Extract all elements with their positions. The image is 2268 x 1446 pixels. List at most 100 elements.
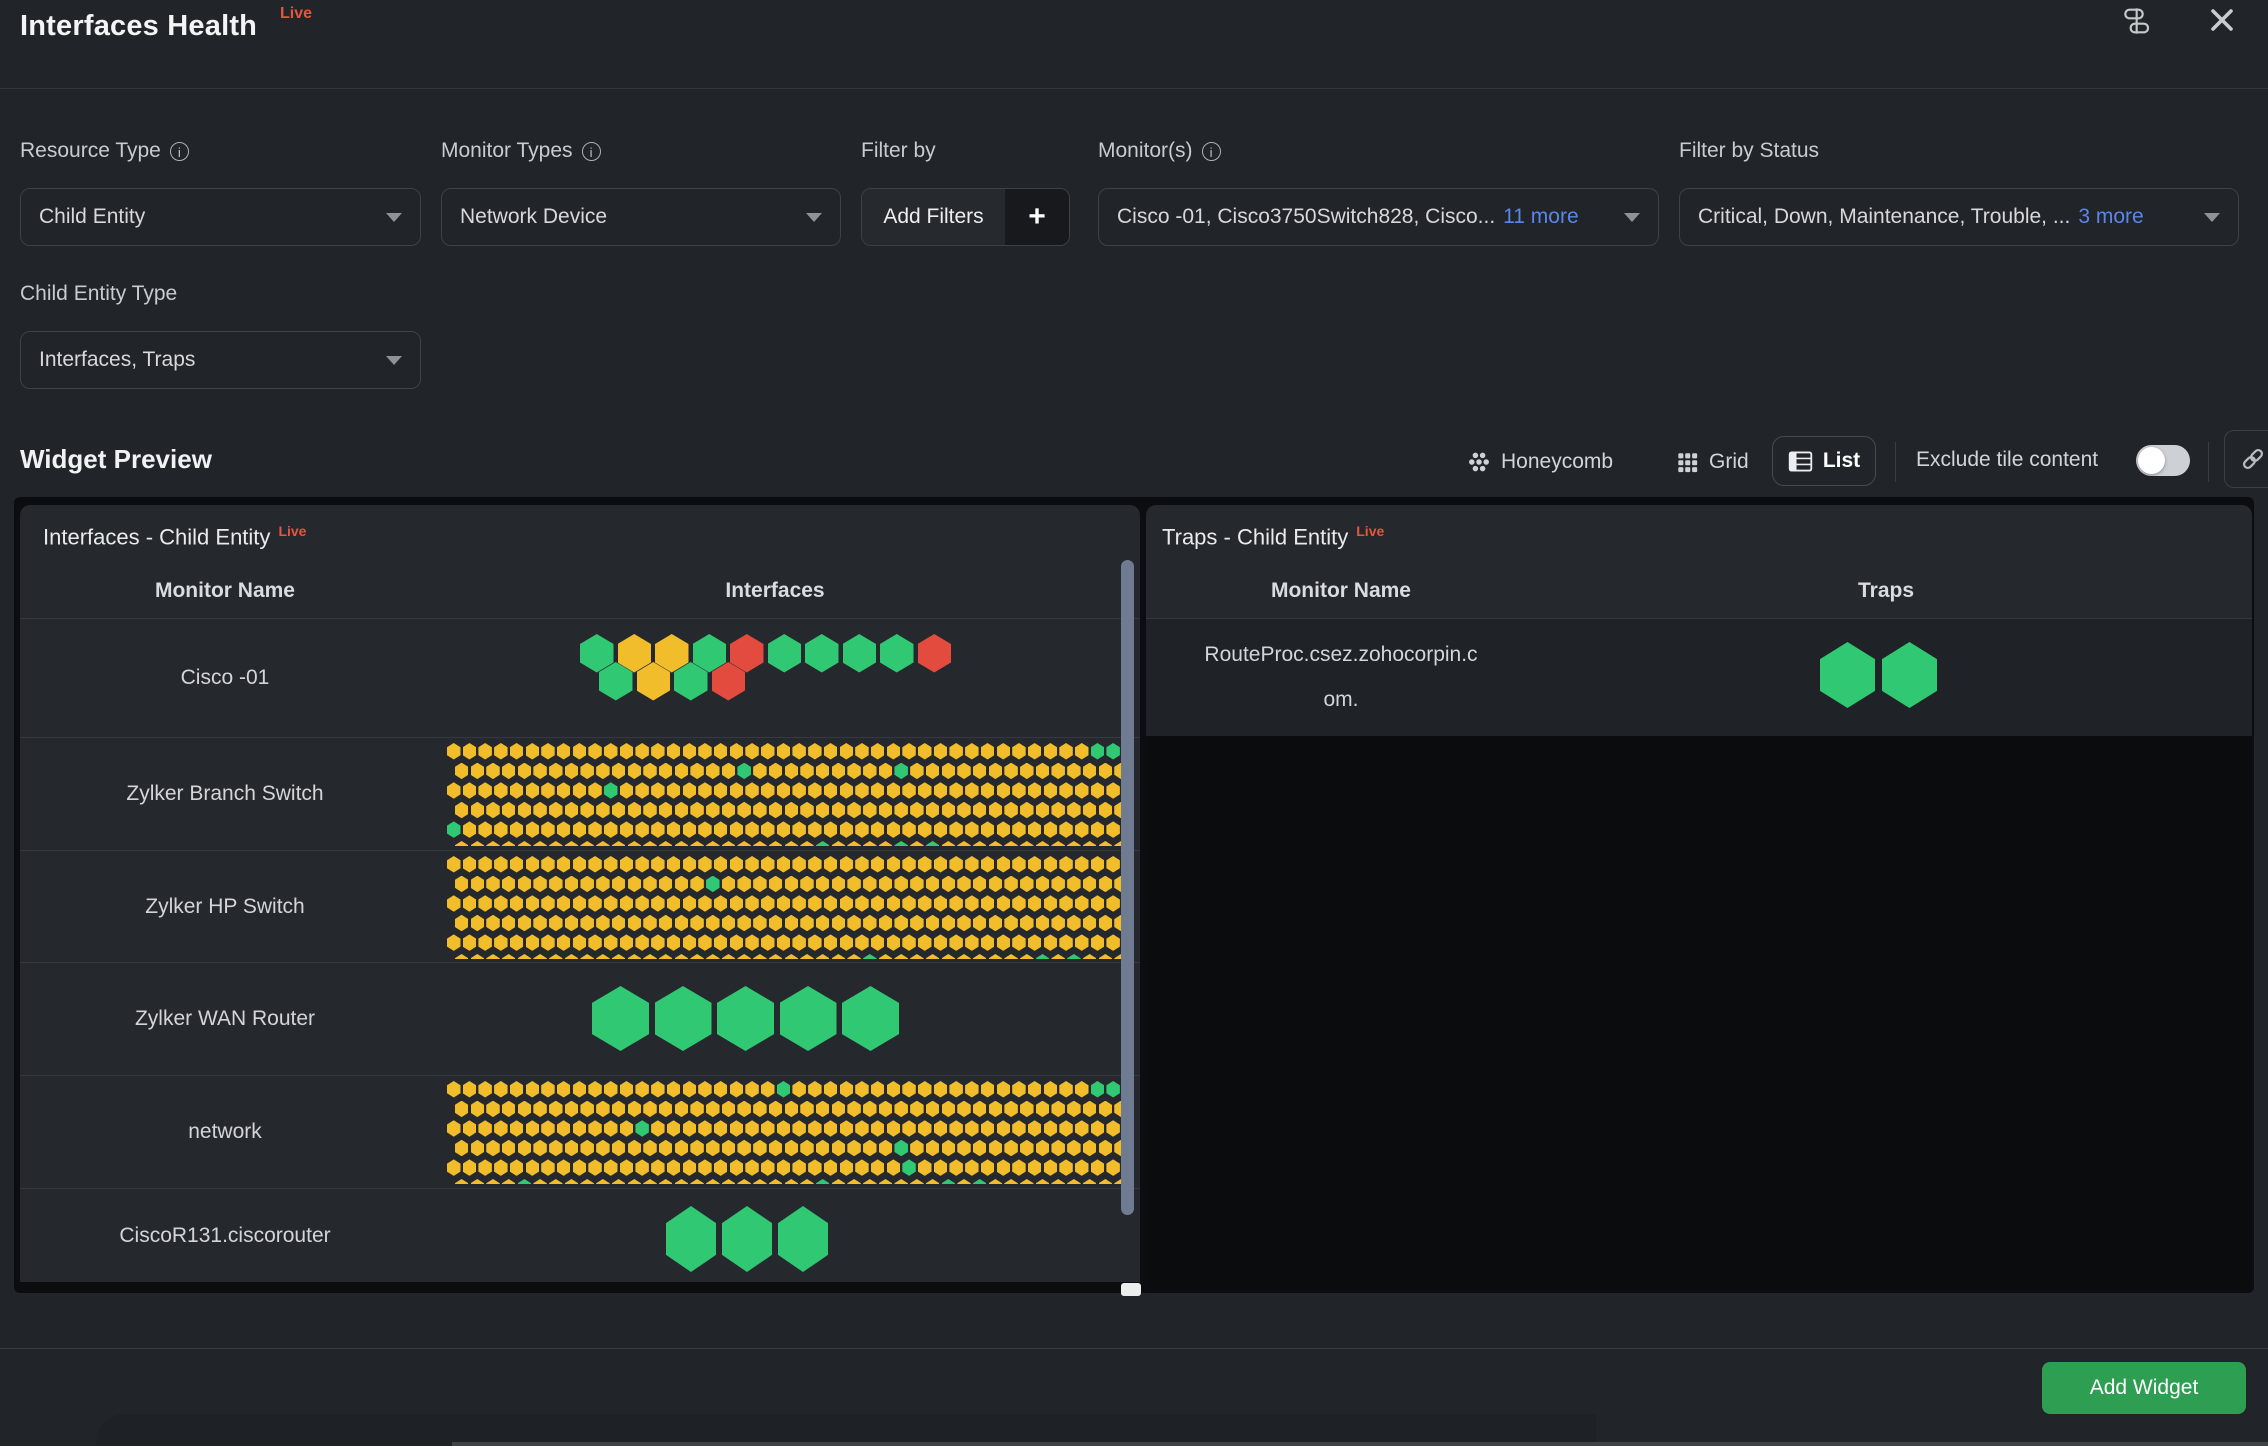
hex-tile [690, 915, 704, 932]
status-select[interactable]: Critical, Down, Maintenance, Trouble, ..… [1679, 188, 2239, 246]
hex-tile [894, 954, 908, 959]
hex-tile [832, 954, 846, 959]
hex-tile [502, 802, 516, 819]
hex-tile [596, 841, 610, 846]
hex-tile [816, 915, 830, 932]
copy-link-button[interactable] [2224, 430, 2268, 488]
add-filters-button[interactable]: Add Filters + [861, 188, 1070, 246]
view-mode-grid[interactable]: Grid [1676, 438, 1749, 486]
hex-tile [855, 1159, 869, 1176]
monitor-name: Cisco -01 [20, 619, 430, 737]
hex-tile [635, 743, 649, 760]
hex-tile [1012, 1081, 1026, 1098]
monitor-types-select[interactable]: Network Device [441, 188, 841, 246]
hex-tile [698, 821, 712, 838]
hex-tile [902, 821, 916, 838]
hex-tile [557, 856, 571, 873]
hex-tile [957, 915, 971, 932]
hex-tile [714, 821, 728, 838]
hex-tile [541, 743, 555, 760]
hex-tile [1036, 841, 1050, 846]
panel-resize-handle[interactable] [1121, 1283, 1141, 1296]
hex-tile [824, 1159, 838, 1176]
view-mode-list[interactable]: List [1772, 436, 1876, 486]
hex-tile [879, 763, 893, 780]
hex-tile [518, 876, 532, 893]
monitors-select[interactable]: Cisco -01, Cisco3750Switch828, Cisco... … [1098, 188, 1659, 246]
child-entity-type-select[interactable]: Interfaces, Traps [20, 331, 421, 389]
hex-tile [832, 841, 846, 846]
hex-tile [588, 856, 602, 873]
layout-settings-icon[interactable] [2120, 5, 2152, 37]
hex-tile [934, 1159, 948, 1176]
status-more-link[interactable]: 3 more [2078, 205, 2143, 229]
traps-widget-panel: Traps - Child EntityLive Monitor Name Tr… [1146, 505, 2252, 1290]
hex-tile [824, 856, 838, 873]
hex-tile [1012, 856, 1026, 873]
live-badge: Live [280, 5, 312, 23]
info-icon[interactable]: i [582, 142, 601, 161]
hex-tile [675, 915, 689, 932]
toolbar-divider [1895, 442, 1896, 482]
hex-tile [808, 782, 822, 799]
info-icon[interactable]: i [1202, 142, 1221, 161]
hex-tile [785, 1101, 799, 1118]
hex-tile [1091, 782, 1105, 799]
horizontal-scrollbar[interactable] [452, 1442, 2268, 1446]
add-widget-button[interactable]: Add Widget [2042, 1362, 2246, 1414]
hex-tile [565, 841, 579, 846]
view-mode-honeycomb[interactable]: Honeycomb [1467, 438, 1613, 486]
hex-tile [934, 895, 948, 912]
list-icon [1788, 450, 1813, 473]
hex-tile [722, 1206, 772, 1272]
hex-tile [745, 1159, 759, 1176]
hex-tile [667, 743, 681, 760]
hex-tile [1075, 934, 1089, 951]
exclude-tile-content-toggle[interactable] [2136, 445, 2190, 476]
hex-tile [777, 782, 791, 799]
close-icon[interactable] [2204, 2, 2240, 38]
hex-tile [1067, 915, 1081, 932]
plus-icon[interactable]: + [1005, 189, 1069, 245]
vertical-scrollbar-thumb[interactable] [1121, 560, 1134, 1215]
hex-tile [588, 895, 602, 912]
hex-tile [628, 802, 642, 819]
hex-tile [949, 1120, 963, 1137]
info-icon[interactable]: i [170, 142, 189, 161]
hex-tile [761, 895, 775, 912]
hex-tile [792, 1081, 806, 1098]
hex-tile [463, 856, 477, 873]
hex-tile [635, 782, 649, 799]
hex-tile [737, 876, 751, 893]
hex-tile [792, 743, 806, 760]
hex-tile [502, 915, 516, 932]
hex-tile [1091, 934, 1105, 951]
monitors-more-link[interactable]: 11 more [1503, 205, 1578, 229]
hex-tile [667, 1120, 681, 1137]
hex-tile [447, 743, 461, 760]
hex-tile [1106, 1120, 1120, 1137]
hex-tile [541, 1120, 555, 1137]
hex-tile [1051, 802, 1065, 819]
hex-tile [769, 1140, 783, 1157]
hex-tile [942, 763, 956, 780]
hex-tile [635, 1120, 649, 1137]
hex-tile [1051, 1179, 1065, 1184]
hex-tile [1020, 1179, 1034, 1184]
hex-tile [800, 954, 814, 959]
hex-tile [934, 821, 948, 838]
hex-tile [879, 915, 893, 932]
hex-tile [698, 934, 712, 951]
hex-tile [800, 876, 814, 893]
hex-tile [628, 1179, 642, 1184]
resource-type-select[interactable]: Child Entity [20, 188, 421, 246]
hex-tile [871, 782, 885, 799]
hex-tile [1004, 1179, 1018, 1184]
hex-tile [997, 1159, 1011, 1176]
hex-tile [604, 934, 618, 951]
hex-tile [902, 1081, 916, 1098]
hex-tile [596, 876, 610, 893]
hex-tile [557, 743, 571, 760]
hex-tile [792, 934, 806, 951]
hex-tile [753, 763, 767, 780]
